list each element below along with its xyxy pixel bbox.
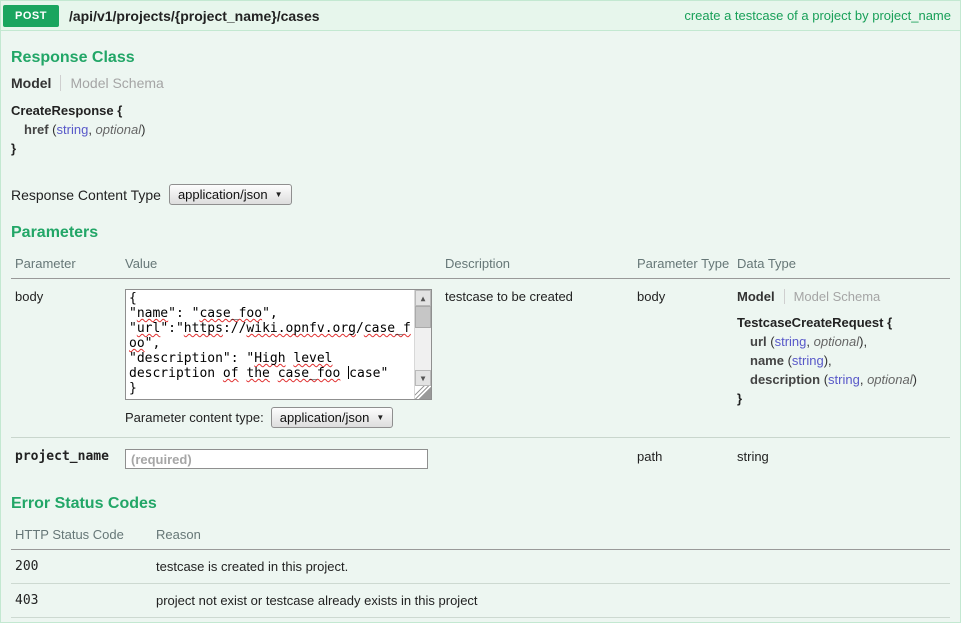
status-reason: testcase is created in this project.: [152, 550, 950, 583]
dropdown-arrow-icon: ▼: [376, 413, 384, 422]
operation-summary-link[interactable]: create a testcase of a project by projec…: [684, 8, 951, 23]
parameters-table-header: Parameter Value Description Parameter Ty…: [11, 250, 950, 279]
parameters-heading: Parameters: [11, 224, 950, 242]
operation-content: Response Class Model Model Schema Create…: [1, 31, 960, 623]
param-value-body: {"name": "case_foo","url":"https://wiki.…: [121, 287, 441, 428]
tab-model-schema[interactable]: Model Schema: [60, 75, 163, 91]
endpoint-path[interactable]: /api/v1/projects/{project_name}/cases: [69, 8, 320, 24]
body-json-text: {"name": "case_foo","url":"https://wiki.…: [129, 291, 410, 396]
response-class-signature: CreateResponse { href (string, optional)…: [11, 101, 950, 158]
parameter-row-body: body {"name": "case_foo","url":"https://…: [11, 279, 950, 437]
param-name-body: body: [11, 287, 121, 428]
body-datatype-tabs: Model Model Schema: [737, 289, 950, 304]
error-row: 400 body or name not provided: [11, 618, 950, 623]
param-description-body: testcase to be created: [441, 287, 633, 428]
project-name-input[interactable]: [125, 449, 428, 469]
param-name-project-name: project_name: [11, 447, 121, 469]
response-class-tabs: Model Model Schema: [11, 75, 950, 91]
param-type-body: body: [633, 287, 733, 428]
tab-model[interactable]: Model: [737, 289, 784, 304]
error-row: 200 testcase is created in this project.: [11, 550, 950, 584]
body-datatype-signature: TestcaseCreateRequest { url (string, opt…: [737, 313, 950, 408]
parameter-content-type-label: Parameter content type:: [125, 410, 264, 425]
api-operation-panel: POST /api/v1/projects/{project_name}/cas…: [0, 0, 961, 623]
parameter-content-type-select[interactable]: application/json ▼: [271, 407, 394, 428]
status-code: 400: [11, 618, 152, 623]
error-status-codes-heading: Error Status Codes: [11, 495, 950, 513]
response-content-type-label: Response Content Type: [11, 187, 161, 203]
status-reason: project not exist or testcase already ex…: [152, 584, 950, 617]
textarea-scrollbar[interactable]: ▲ ▼: [414, 290, 431, 399]
operation-header: POST /api/v1/projects/{project_name}/cas…: [1, 1, 960, 31]
param-datatype-project-name: string: [733, 447, 950, 469]
param-type-project-name: path: [633, 447, 733, 469]
dropdown-arrow-icon: ▼: [275, 190, 283, 199]
status-code: 200: [11, 550, 152, 583]
scroll-up-icon[interactable]: ▲: [415, 290, 431, 306]
signature-property: href (string, optional): [11, 120, 950, 139]
param-datatype-body: Model Model Schema TestcaseCreateRequest…: [733, 287, 950, 428]
tab-model-schema[interactable]: Model Schema: [784, 289, 881, 304]
response-content-type-select[interactable]: application/json ▼: [169, 184, 292, 205]
resize-grip-icon[interactable]: [415, 386, 431, 399]
signature-property: url (string, optional),: [737, 332, 950, 351]
tab-model[interactable]: Model: [11, 75, 60, 91]
error-row: 403 project not exist or testcase alread…: [11, 584, 950, 618]
parameter-row-project-name: project_name path string: [11, 437, 950, 481]
response-content-type-row: Response Content Type application/json ▼: [11, 184, 950, 205]
scroll-down-icon[interactable]: ▼: [415, 370, 431, 386]
http-method-badge[interactable]: POST: [3, 5, 59, 27]
status-reason: body or name not provided: [152, 618, 950, 623]
signature-property: name (string),: [737, 351, 950, 370]
signature-property: description (string, optional): [737, 370, 950, 389]
error-table-header: HTTP Status Code Reason: [11, 521, 950, 550]
status-code: 403: [11, 584, 152, 617]
param-description-project-name: [441, 447, 633, 469]
body-json-textarea[interactable]: {"name": "case_foo","url":"https://wiki.…: [125, 289, 432, 400]
parameter-content-type-row: Parameter content type: application/json…: [125, 407, 441, 428]
param-value-project-name: [121, 447, 441, 469]
response-class-heading: Response Class: [11, 49, 950, 67]
scrollbar-thumb[interactable]: [415, 306, 431, 328]
scrollbar-track[interactable]: [415, 328, 431, 370]
